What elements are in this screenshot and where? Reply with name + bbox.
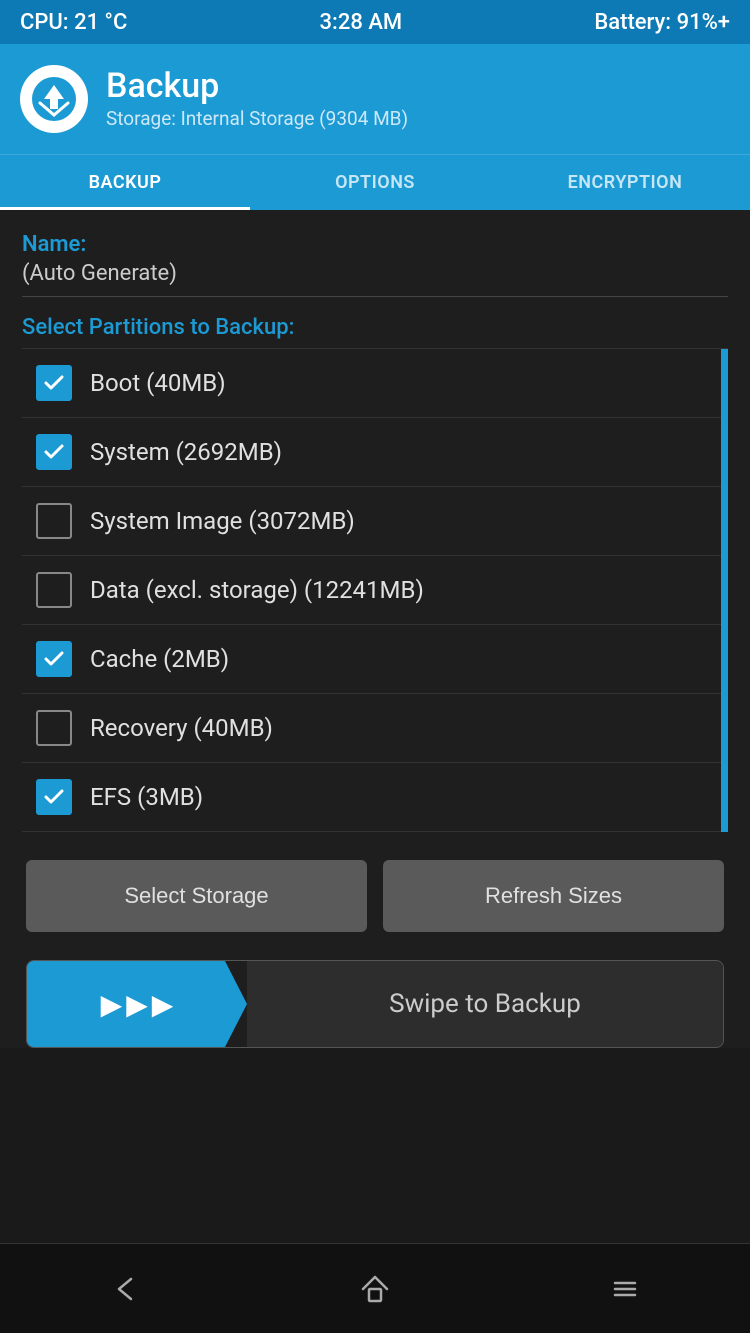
- swipe-arrow-1: ▶: [101, 988, 123, 1021]
- swipe-label: Swipe to Backup: [389, 989, 581, 1019]
- home-icon: [359, 1273, 391, 1305]
- main-content: Name: (Auto Generate) Select Partitions …: [0, 210, 750, 1048]
- tab-options[interactable]: OPTIONS: [250, 155, 500, 210]
- partition-list: Boot (40MB) System (2692MB) System Image…: [22, 348, 728, 832]
- tab-backup[interactable]: BACKUP: [0, 155, 250, 210]
- list-item: Cache (2MB): [22, 625, 728, 694]
- swipe-right-panel: Swipe to Backup: [247, 961, 723, 1047]
- app-logo: [20, 65, 88, 133]
- cpu-status: CPU: 21 °C: [20, 10, 127, 35]
- tab-bar: BACKUP OPTIONS ENCRYPTION: [0, 154, 750, 210]
- partition-data-label: Data (excl. storage) (12241MB): [90, 576, 424, 604]
- battery-status: Battery: 91%+: [594, 10, 730, 35]
- section-title: Select Partitions to Backup:: [22, 315, 728, 340]
- tab-encryption[interactable]: ENCRYPTION: [500, 155, 750, 210]
- back-icon: [109, 1273, 141, 1305]
- header: Backup Storage: Internal Storage (9304 M…: [0, 44, 750, 154]
- name-label: Name:: [22, 232, 728, 257]
- bottom-nav: [0, 1243, 750, 1333]
- list-item: Recovery (40MB): [22, 694, 728, 763]
- partition-recovery-label: Recovery (40MB): [90, 714, 273, 742]
- menu-icon: [609, 1273, 641, 1305]
- swipe-to-backup[interactable]: ▶ ▶ ▶ Swipe to Backup: [26, 960, 724, 1048]
- partition-cache-checkbox[interactable]: [36, 641, 72, 677]
- header-text: Backup Storage: Internal Storage (9304 M…: [106, 68, 408, 130]
- partition-system-checkbox[interactable]: [36, 434, 72, 470]
- menu-button[interactable]: [595, 1259, 655, 1319]
- back-button[interactable]: [95, 1259, 155, 1319]
- partition-data-checkbox[interactable]: [36, 572, 72, 608]
- partition-boot-label: Boot (40MB): [90, 369, 226, 397]
- refresh-sizes-button[interactable]: Refresh Sizes: [383, 860, 724, 932]
- list-item: System Image (3072MB): [22, 487, 728, 556]
- partition-boot-checkbox[interactable]: [36, 365, 72, 401]
- time-status: 3:28 AM: [320, 10, 403, 35]
- partition-cache-label: Cache (2MB): [90, 645, 229, 673]
- list-item: System (2692MB): [22, 418, 728, 487]
- partition-efs-checkbox[interactable]: [36, 779, 72, 815]
- swipe-arrow-3: ▶: [152, 988, 174, 1021]
- partition-system-label: System (2692MB): [90, 438, 282, 466]
- logo-icon: [30, 75, 78, 123]
- name-value: (Auto Generate): [22, 261, 728, 297]
- partition-system-image-label: System Image (3072MB): [90, 507, 355, 535]
- storage-subtitle: Storage: Internal Storage (9304 MB): [106, 107, 408, 130]
- swipe-arrow-2: ▶: [126, 988, 148, 1021]
- button-row: Select Storage Refresh Sizes: [22, 860, 728, 932]
- select-storage-button[interactable]: Select Storage: [26, 860, 367, 932]
- list-item: Data (excl. storage) (12241MB): [22, 556, 728, 625]
- partition-efs-label: EFS (3MB): [90, 783, 203, 811]
- swipe-left-panel: ▶ ▶ ▶: [27, 961, 247, 1047]
- list-item: EFS (3MB): [22, 763, 728, 832]
- partition-recovery-checkbox[interactable]: [36, 710, 72, 746]
- list-item: Boot (40MB): [22, 349, 728, 418]
- app-title: Backup: [106, 68, 408, 105]
- partition-system-image-checkbox[interactable]: [36, 503, 72, 539]
- status-bar: CPU: 21 °C 3:28 AM Battery: 91%+: [0, 0, 750, 44]
- home-button[interactable]: [345, 1259, 405, 1319]
